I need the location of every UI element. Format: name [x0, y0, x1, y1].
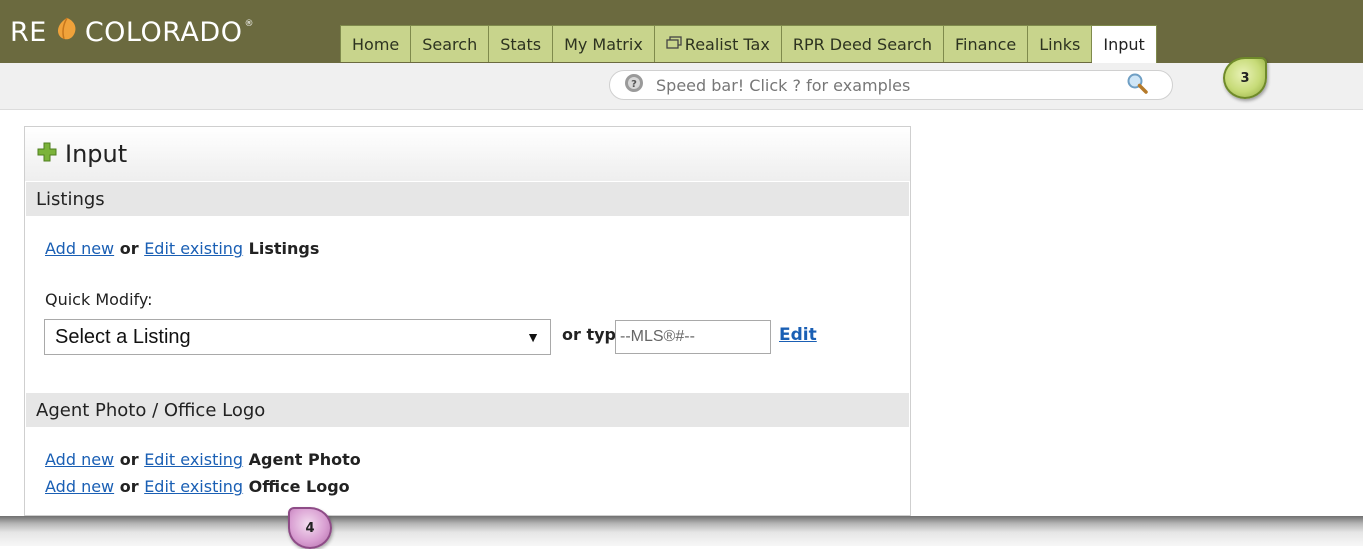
tab-label: Home — [352, 34, 400, 54]
tab-home[interactable]: Home — [340, 25, 412, 62]
or-text: or — [119, 450, 139, 469]
svg-text:?: ? — [631, 79, 637, 90]
tab-search[interactable]: Search — [411, 25, 490, 62]
tab-label: Finance — [955, 34, 1017, 54]
recolorado-logo[interactable]: RE COLORADO ® — [10, 14, 254, 50]
logo-text-colorado: COLORADO — [84, 16, 243, 48]
tab-label: My Matrix — [564, 34, 643, 54]
add-new-office-logo-link[interactable]: Add new — [45, 477, 114, 496]
tab-realist-tax[interactable]: Realist Tax — [654, 25, 782, 62]
tab-rpr-deed-search[interactable]: RPR Deed Search — [781, 25, 945, 62]
callout-number: 3 — [1240, 70, 1250, 86]
tab-finance[interactable]: Finance — [944, 25, 1029, 62]
chevron-down-icon: ▼ — [526, 329, 540, 345]
edit-existing-office-logo-link[interactable]: Edit existing — [144, 477, 243, 496]
tab-label: Stats — [500, 34, 542, 54]
callout-number: 4 — [305, 520, 315, 536]
tab-stats[interactable]: Stats — [489, 25, 554, 62]
tab-label: Search — [422, 34, 478, 54]
quick-modify-label: Quick Modify: — [45, 290, 153, 309]
edit-existing-agent-photo-link[interactable]: Edit existing — [144, 450, 243, 469]
screenshot-shadow-edge — [0, 516, 1363, 546]
app-header: RE COLORADO ® Home Search Stats My Matri… — [0, 0, 1363, 63]
agent-photo-actions: Add new or Edit existing Agent Photo — [45, 450, 361, 469]
add-new-agent-photo-link[interactable]: Add new — [45, 450, 114, 469]
office-logo-actions: Add new or Edit existing Office Logo — [45, 477, 350, 496]
listing-select[interactable]: Select a Listing ▼ — [44, 319, 551, 355]
mls-number-input[interactable] — [615, 320, 771, 354]
office-logo-suffix: Office Logo — [248, 477, 350, 496]
listings-actions: Add new or Edit existing Listings — [45, 239, 319, 258]
section-heading-listings: Listings — [26, 182, 909, 216]
aspen-leaf-icon — [53, 15, 81, 50]
logo-text-re: RE — [10, 16, 47, 48]
plus-icon — [37, 142, 57, 166]
tab-label: RPR Deed Search — [792, 34, 933, 54]
speed-bar-input[interactable] — [654, 74, 1126, 96]
logo-registered-mark: ® — [244, 19, 254, 29]
search-icon[interactable] — [1126, 72, 1148, 98]
tab-input[interactable]: Input — [1092, 25, 1157, 63]
speed-bar: ? — [609, 70, 1173, 100]
tab-links[interactable]: Links — [1028, 25, 1093, 62]
edit-existing-listings-link[interactable]: Edit existing — [144, 239, 243, 258]
tab-my-matrix[interactable]: My Matrix — [553, 25, 655, 62]
step-callout-4: 4 — [288, 507, 332, 549]
tab-label: Realist Tax — [684, 34, 770, 54]
agent-photo-suffix: Agent Photo — [248, 450, 361, 469]
or-text: or — [119, 239, 139, 258]
tab-label: Input — [1103, 35, 1145, 54]
panel-header: Input — [25, 127, 910, 181]
tab-label: Links — [1039, 34, 1081, 54]
add-new-listing-link[interactable]: Add new — [45, 239, 114, 258]
quick-edit-link[interactable]: Edit — [779, 325, 817, 345]
panel-title: Input — [65, 140, 128, 168]
listings-suffix: Listings — [248, 239, 320, 258]
step-callout-3: 3 — [1223, 57, 1267, 99]
or-text: or — [119, 477, 139, 496]
window-icon — [666, 35, 682, 54]
main-nav-tabs: Home Search Stats My Matrix Realist Tax … — [340, 25, 1157, 63]
listing-select-value: Select a Listing — [55, 325, 191, 348]
help-question-icon[interactable]: ? — [624, 73, 644, 97]
section-heading-photo-logo: Agent Photo / Office Logo — [26, 393, 909, 427]
input-panel: Input Listings Add new or Edit existing … — [24, 126, 911, 516]
